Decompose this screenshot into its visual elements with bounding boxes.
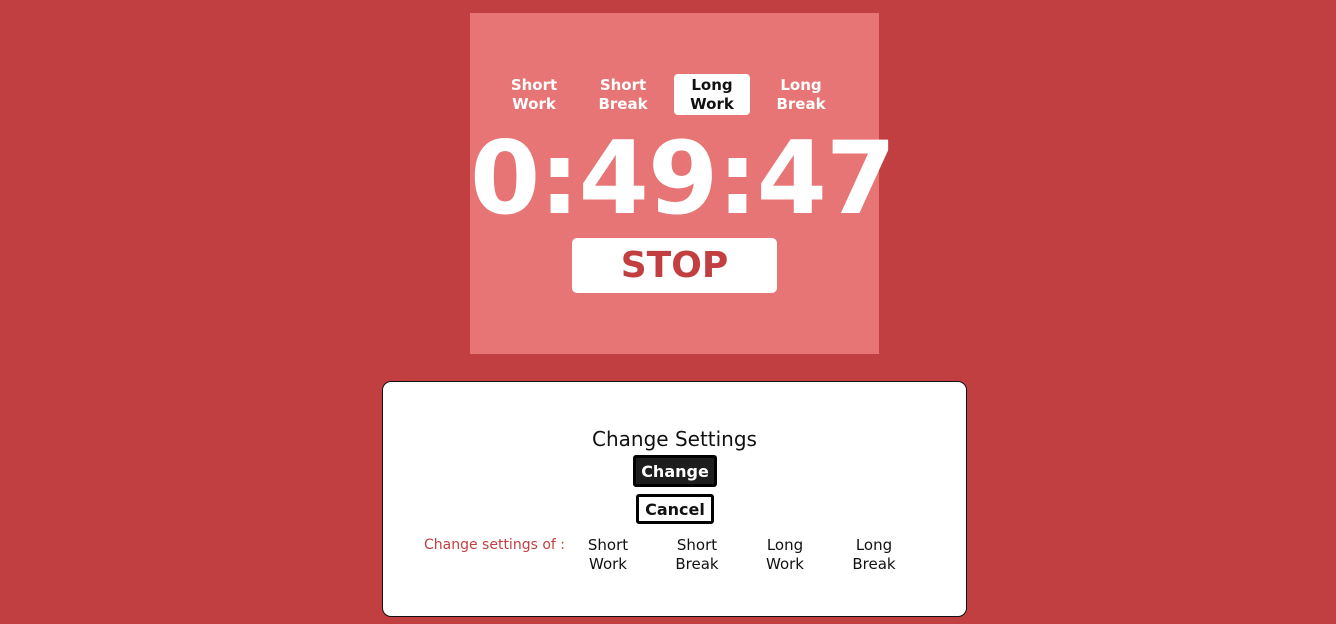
cancel-button[interactable]: Cancel: [636, 494, 714, 524]
settings-option-long-break[interactable]: Long Break: [839, 536, 909, 574]
tab-long-work-label: Long Work: [690, 75, 734, 113]
countdown-clock: 0:49:47: [470, 119, 896, 237]
settings-card: Change Settings Change Cancel Change set…: [382, 381, 967, 617]
stop-button[interactable]: STOP: [572, 238, 777, 293]
settings-of-label: Change settings of :: [424, 537, 565, 553]
tab-long-break[interactable]: Long Break: [763, 74, 839, 115]
settings-option-long-work[interactable]: Long Work: [750, 536, 820, 574]
settings-option-short-break[interactable]: Short Break: [662, 536, 732, 574]
timer-panel: Short Work Short Break Long Work Long Br…: [470, 13, 896, 354]
tab-short-work[interactable]: Short Work: [496, 74, 572, 115]
tab-short-break-label: Short Break: [598, 75, 648, 113]
change-button[interactable]: Change: [633, 455, 717, 487]
tab-short-break[interactable]: Short Break: [585, 74, 661, 115]
mode-tabs: Short Work Short Break Long Work Long Br…: [470, 74, 879, 115]
tab-long-work[interactable]: Long Work: [674, 74, 750, 115]
settings-title: Change Settings: [592, 427, 757, 451]
tab-long-break-label: Long Break: [776, 75, 826, 113]
tab-short-work-label: Short Work: [510, 75, 558, 113]
settings-option-short-work[interactable]: Short Work: [573, 536, 643, 574]
